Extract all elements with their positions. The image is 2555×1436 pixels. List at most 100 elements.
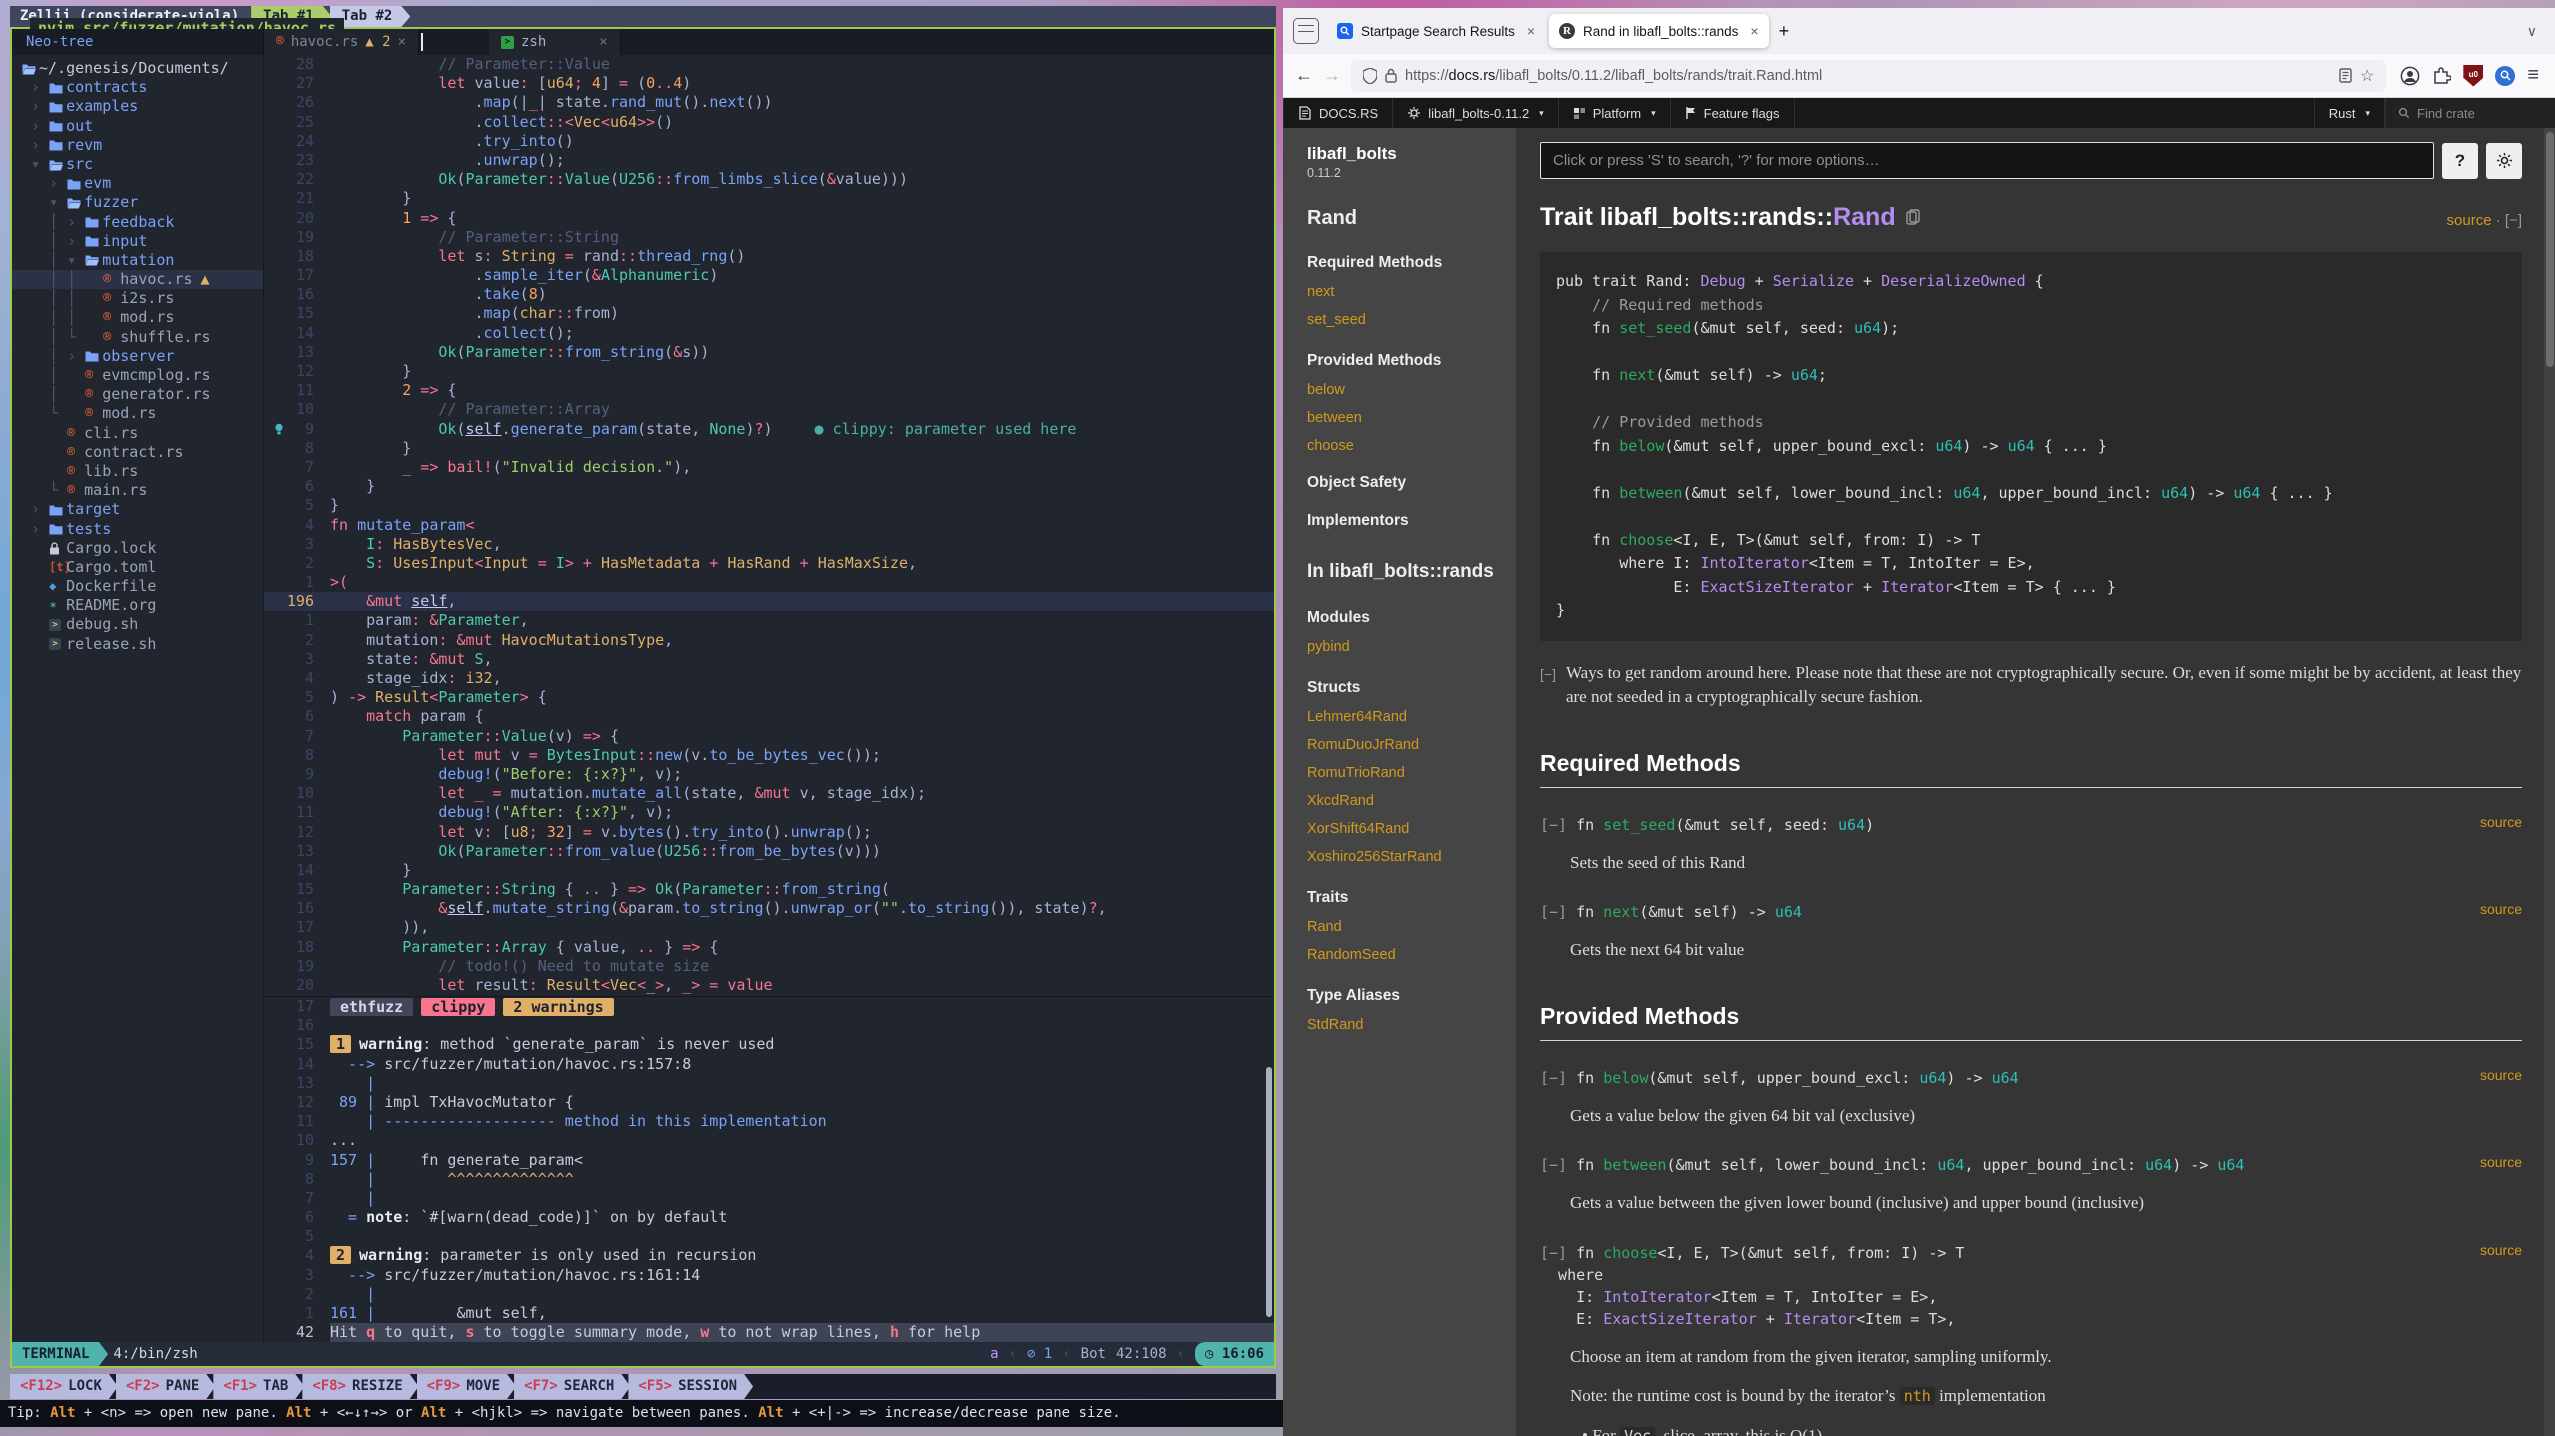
source-link[interactable]: source [2480, 1067, 2522, 1083]
keybind-chip[interactable]: <F5>SESSION [628, 1374, 753, 1399]
tree-item-README-org[interactable]: ∗README.org [12, 596, 263, 615]
code-line[interactable]: 1 param: &Parameter, [264, 611, 1274, 630]
code-line[interactable]: 19 // Parameter::String [264, 228, 1274, 247]
code-line[interactable]: 17 .sample_iter(&Alphanumeric) [264, 266, 1274, 285]
tree-item-evm[interactable]: › evm [12, 174, 263, 193]
code-line[interactable]: 5) -> Result<Parameter> { [264, 688, 1274, 707]
close-icon[interactable]: × [1527, 23, 1535, 39]
tree-item-mutation[interactable]: │ ▾ mutation [12, 251, 263, 270]
browser-tab[interactable]: Startpage Search Results× [1327, 14, 1545, 48]
code-line[interactable]: 11 debug!("After: {:x?}", v); [264, 803, 1274, 822]
method-signature[interactable]: [−] fn between(&mut self, lower_bound_in… [1540, 1154, 2522, 1176]
url-bar[interactable]: https://docs.rs/libafl_bolts/0.11.2/liba… [1351, 60, 2386, 92]
code-line[interactable]: 16 .take(8) [264, 285, 1274, 304]
code-line[interactable]: 20 let result: Result<Vec<_>, _> = value [264, 976, 1274, 995]
keybind-chip[interactable]: <F2>PANE [116, 1374, 215, 1399]
code-editor[interactable]: 28 // Parameter::Value27 let value: [u64… [264, 55, 1274, 996]
code-line[interactable]: 19 // todo!() Need to mutate size [264, 957, 1274, 976]
code-line[interactable]: 8 } [264, 439, 1274, 458]
sidebar-link-xoshiro256starrand[interactable]: Xoshiro256StarRand [1307, 849, 1516, 865]
code-line[interactable]: 10 let _ = mutation.mutate_all(state, &m… [264, 784, 1274, 803]
sidebar-link-stdrand[interactable]: StdRand [1307, 1017, 1516, 1033]
code-line[interactable]: 2 mutation: &mut HavocMutationsType, [264, 631, 1274, 650]
diagnostics-panel[interactable]: 17ethfuzzclippy2 warnings16151warning: m… [264, 996, 1274, 1342]
bookmark-star-icon[interactable]: ☆ [2360, 66, 2374, 86]
code-line[interactable]: 14 } [264, 861, 1274, 880]
firefox-view-icon[interactable] [1293, 18, 1319, 44]
code-line[interactable]: 26 .map(|_| state.rand_mut().next()) [264, 93, 1274, 112]
code-line[interactable]: 18 Parameter::Array { value, .. } => { [264, 938, 1274, 957]
source-link[interactable]: source [2480, 901, 2522, 917]
code-line[interactable]: 22 Ok(Parameter::Value(U256::from_limbs_… [264, 170, 1274, 189]
tree-item-generator-rs[interactable]: │ ®generator.rs [12, 385, 263, 404]
tree-item-cli-rs[interactable]: ®cli.rs [12, 424, 263, 443]
tree-item-target[interactable]: › target [12, 500, 263, 519]
crate-menu[interactable]: libafl_bolts-0.11.2 ▾ [1393, 98, 1558, 128]
code-line[interactable]: 4fn mutate_param< [264, 516, 1274, 535]
help-button[interactable]: ? [2442, 143, 2478, 179]
list-all-tabs-icon[interactable]: ∨ [2527, 23, 2547, 40]
code-line[interactable]: 6 } [264, 477, 1274, 496]
buffer-tab-zsh[interactable]: > zsh × [489, 29, 621, 55]
browser-tab[interactable]: RRand in libafl_bolts::rands× [1549, 14, 1769, 48]
panel-scrollbar[interactable] [1266, 1067, 1272, 1317]
close-icon[interactable]: × [1750, 23, 1758, 39]
buffer-tab-havoc[interactable]: ® havoc.rs ▲ 2 × [264, 29, 419, 55]
feature-flags-link[interactable]: Feature flags [1671, 98, 1795, 128]
code-line[interactable]: 11 2 => { [264, 381, 1274, 400]
sidebar-link-between[interactable]: between [1307, 410, 1516, 426]
settings-gear-button[interactable] [2486, 143, 2522, 179]
collapse-toggle[interactable]: [−] [1540, 1244, 1576, 1262]
panel-tab-2-warnings[interactable]: 2 warnings [503, 998, 613, 1016]
close-icon[interactable]: × [599, 29, 607, 55]
sidebar-link-romutriorand[interactable]: RomuTrioRand [1307, 765, 1516, 781]
code-line[interactable]: 25 .collect::<Vec<u64>>() [264, 113, 1274, 132]
code-line[interactable]: 18 let s: String = rand::thread_rng() [264, 247, 1274, 266]
code-line[interactable]: 16 &self.mutate_string(&param.to_string(… [264, 899, 1274, 918]
sidebar-module-heading[interactable]: In libafl_bolts::rands [1307, 560, 1504, 585]
find-crate-search[interactable]: Find crate [2385, 98, 2555, 128]
keybind-chip[interactable]: <F9>MOVE [417, 1374, 516, 1399]
collapse-toggle[interactable]: [−] [1540, 661, 1556, 710]
sidebar-crate-name[interactable]: libafl_bolts [1307, 144, 1516, 164]
sidebar-link-lehmer64rand[interactable]: Lehmer64Rand [1307, 709, 1516, 725]
sidebar-link-next[interactable]: next [1307, 284, 1516, 300]
code-line[interactable]: 9 debug!("Before: {:x?}", v); [264, 765, 1274, 784]
sidebar-link-below[interactable]: below [1307, 382, 1516, 398]
keybind-chip[interactable]: <F8>RESIZE [302, 1374, 418, 1399]
code-line[interactable]: 4 stage_idx: i32, [264, 669, 1274, 688]
search-extension-icon[interactable] [2495, 66, 2515, 86]
tree-item-release-sh[interactable]: >release.sh [12, 635, 263, 654]
platform-menu[interactable]: Platform ▾ [1559, 98, 1671, 128]
collapse-toggle[interactable]: [−] [1540, 816, 1576, 834]
code-line[interactable]: 7 _ => bail!("Invalid decision."), [264, 458, 1274, 477]
extension-puzzle-icon[interactable] [2432, 66, 2451, 85]
sidebar-link-pybind[interactable]: pybind [1307, 639, 1516, 655]
code-line[interactable]: 27 let value: [u64; 4] = (0..4) [264, 74, 1274, 93]
tree-item-out[interactable]: › out [12, 117, 263, 136]
code-line[interactable]: 13 Ok(Parameter::from_string(&s)) [264, 343, 1274, 362]
keybind-chip[interactable]: <F1>TAB [213, 1374, 304, 1399]
close-icon[interactable]: × [398, 29, 406, 55]
method-signature[interactable]: [−] fn below(&mut self, upper_bound_excl… [1540, 1067, 2522, 1089]
collapse-toggle[interactable]: [−] [2505, 212, 2522, 229]
tree-item-havoc-rs[interactable]: │ │ ®havoc.rs▲ [12, 270, 263, 289]
tree-item-Cargo-toml[interactable]: [t]Cargo.toml [12, 558, 263, 577]
tree-item-revm[interactable]: › revm [12, 136, 263, 155]
code-line[interactable]: 1>( [264, 573, 1274, 592]
code-line[interactable]: 21 } [264, 189, 1274, 208]
collapse-toggle[interactable]: [−] [1540, 903, 1576, 921]
code-line[interactable]: 14 .collect(); [264, 324, 1274, 343]
tree-item-Dockerfile[interactable]: ◆Dockerfile [12, 577, 263, 596]
source-link[interactable]: source [2447, 212, 2492, 229]
code-line[interactable]: 12 let v: [u8; 32] = v.bytes().try_into(… [264, 823, 1274, 842]
code-line[interactable]: 5} [264, 496, 1274, 515]
method-signature[interactable]: [−] fn choose<I, E, T>(&mut self, from: … [1540, 1242, 2522, 1330]
tree-item-src[interactable]: ▾ src [12, 155, 263, 174]
sidebar-link-xkcdrand[interactable]: XkcdRand [1307, 793, 1516, 809]
tree-item-mod-rs[interactable]: │ │ ®mod.rs [12, 308, 263, 327]
code-line[interactable]: 17 )), [264, 918, 1274, 937]
code-line[interactable]: 3 I: HasBytesVec, [264, 535, 1274, 554]
sidebar-link-set_seed[interactable]: set_seed [1307, 312, 1516, 328]
code-line[interactable]: 8 let mut v = BytesInput::new(v.to_be_by… [264, 746, 1274, 765]
